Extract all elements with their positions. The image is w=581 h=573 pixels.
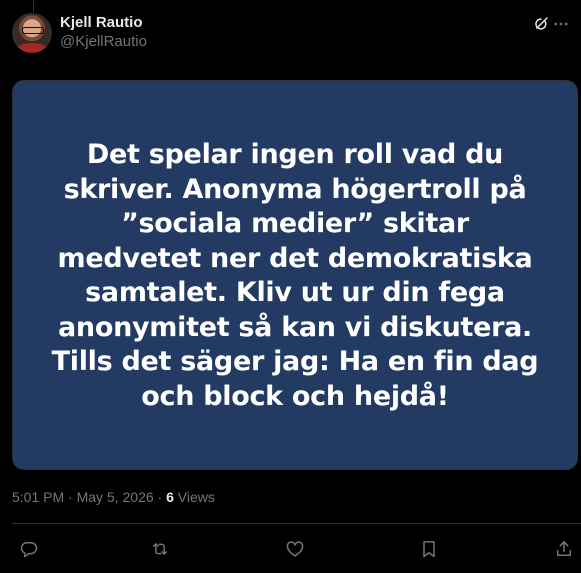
- views-count: 6: [166, 489, 174, 505]
- repost-icon: [150, 539, 170, 559]
- post-meta: 5:01 PM · May 5, 2026 · 6 Views: [12, 488, 215, 506]
- repost-button[interactable]: [145, 534, 175, 564]
- reply-button[interactable]: [14, 534, 44, 564]
- post-header: Kjell Rautio @KjellRautio: [12, 12, 569, 54]
- share-button[interactable]: [549, 534, 579, 564]
- thread-connector-line: [33, 0, 34, 12]
- post-image-text: Det spelar ingen roll vad du skriver. An…: [51, 139, 539, 412]
- post-image[interactable]: Det spelar ingen roll vad du skriver. An…: [12, 80, 578, 470]
- author-handle[interactable]: @KjellRautio: [60, 32, 147, 52]
- actions-divider: [12, 523, 581, 524]
- like-button[interactable]: [280, 534, 310, 564]
- author-info[interactable]: Kjell Rautio @KjellRautio: [60, 14, 147, 52]
- avatar-shirt: [16, 43, 48, 53]
- more-icon: [552, 15, 570, 33]
- reply-icon: [19, 539, 39, 559]
- avatar-glasses: [22, 27, 44, 34]
- avatar[interactable]: [12, 13, 52, 53]
- more-options-button[interactable]: [551, 14, 571, 34]
- grok-button[interactable]: [531, 14, 551, 34]
- share-icon: [554, 539, 574, 559]
- post-time[interactable]: 5:01 PM: [12, 489, 64, 505]
- action-bar: [12, 534, 581, 564]
- like-icon: [285, 539, 305, 559]
- grok-icon: [532, 15, 550, 33]
- bookmark-button[interactable]: [414, 534, 444, 564]
- post-date[interactable]: May 5, 2026: [77, 489, 154, 505]
- meta-separator: ·: [64, 489, 77, 505]
- author-display-name[interactable]: Kjell Rautio: [60, 14, 147, 32]
- bookmark-icon: [419, 539, 439, 559]
- views-label: Views: [173, 489, 215, 505]
- meta-separator-2: ·: [153, 489, 167, 505]
